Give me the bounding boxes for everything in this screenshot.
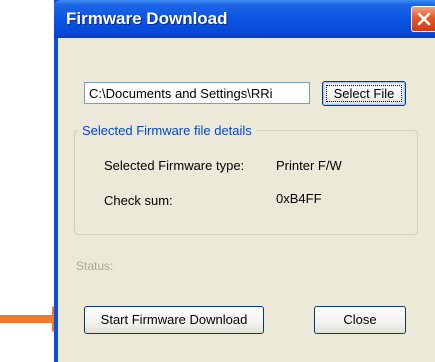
checksum-label: Check sum: [104, 193, 173, 208]
title-bar: Firmware Download [54, 0, 435, 38]
firmware-download-dialog: Firmware Download Select File Selected F… [54, 0, 435, 362]
checksum-value: 0xB4FF [276, 191, 322, 206]
start-firmware-download-button[interactable]: Start Firmware Download [84, 306, 264, 334]
select-file-label: Select File [333, 86, 395, 101]
dialog-body: Select File Selected Firmware file detai… [58, 38, 435, 362]
firmware-type-value: Printer F/W [276, 158, 342, 173]
firmware-details-legend: Selected Firmware file details [78, 123, 256, 138]
start-download-label: Start Firmware Download [100, 312, 248, 327]
dialog-title: Firmware Download [66, 9, 228, 28]
title-close-button[interactable] [411, 6, 435, 32]
status-label: Status: [76, 259, 114, 273]
file-path-field[interactable] [84, 82, 310, 104]
firmware-type-label: Selected Firmware type: [104, 158, 245, 173]
select-file-button[interactable]: Select File [322, 81, 406, 106]
close-icon [417, 12, 431, 26]
close-label: Close [343, 312, 377, 327]
firmware-details-group [74, 130, 418, 235]
close-button[interactable]: Close [314, 306, 406, 334]
